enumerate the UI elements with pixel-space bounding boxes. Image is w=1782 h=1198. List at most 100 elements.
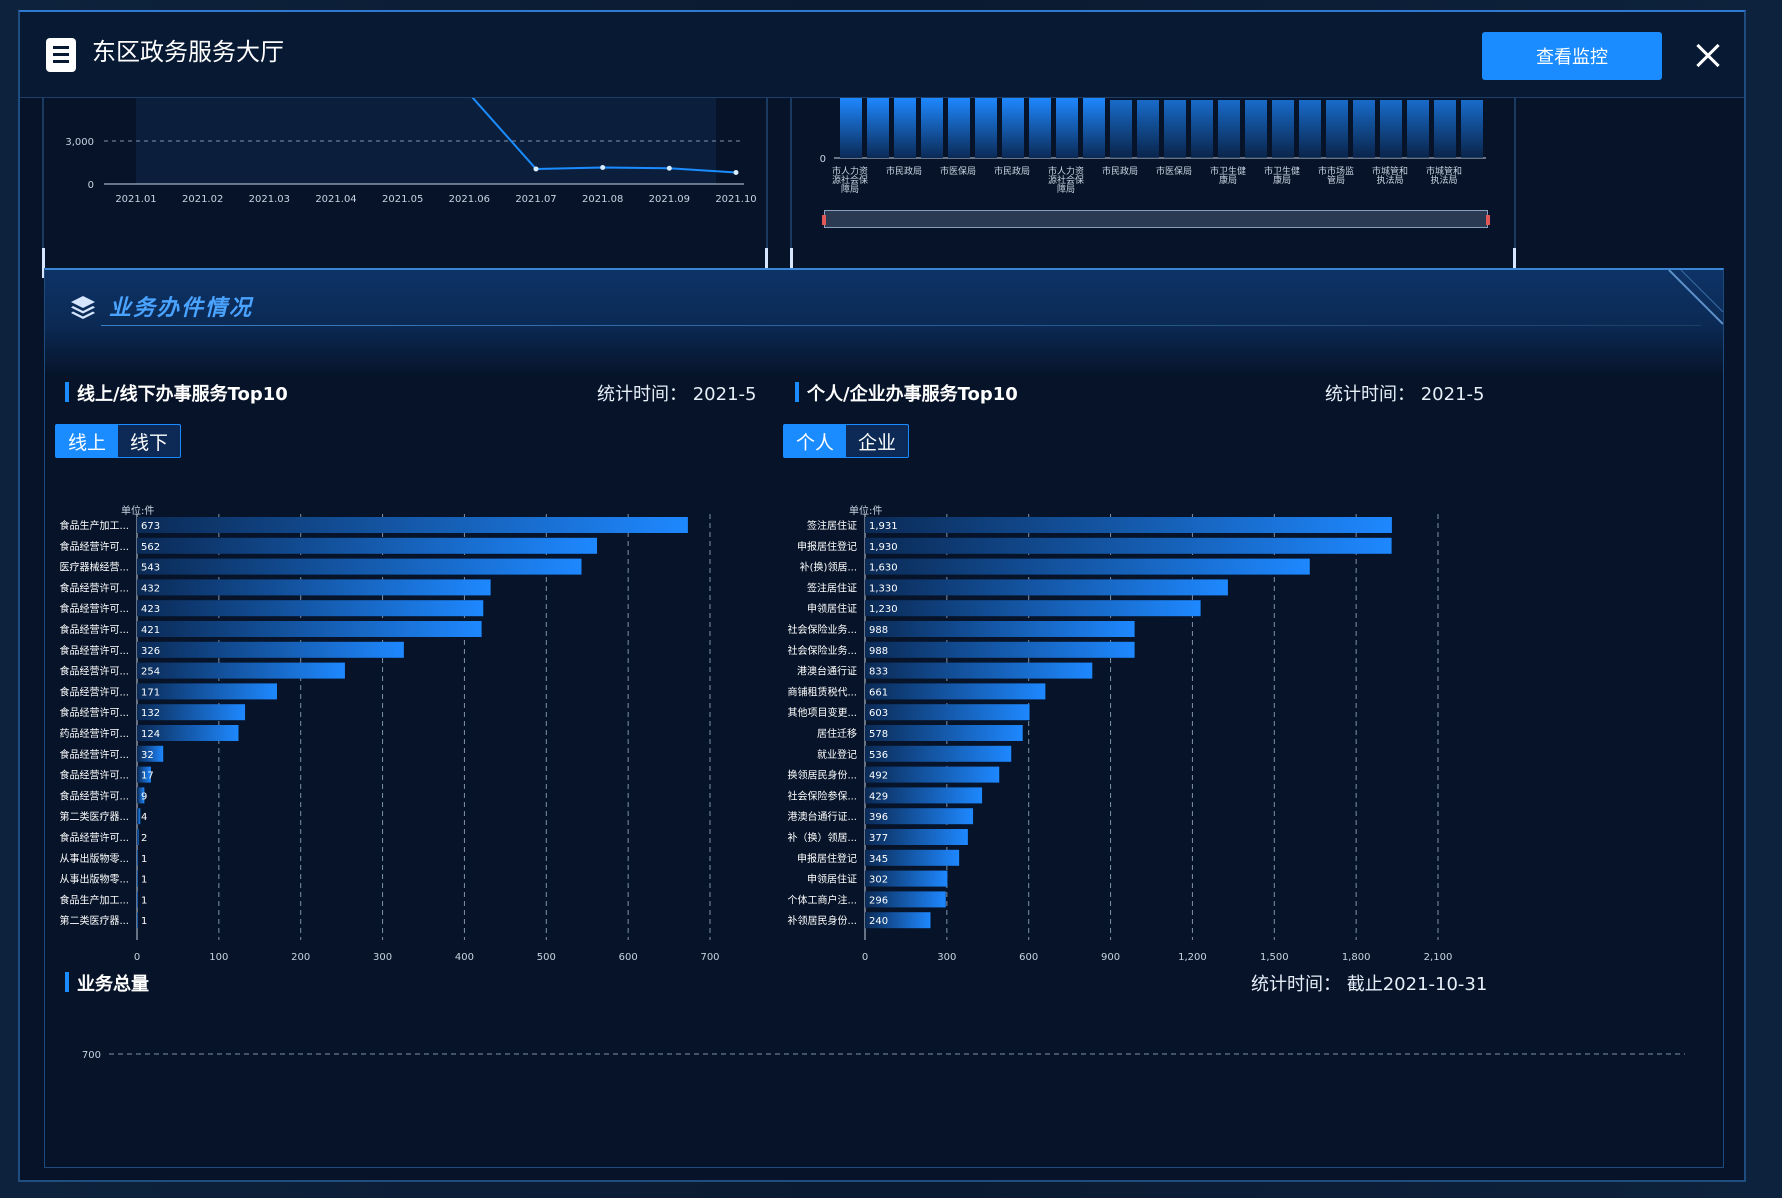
data-label: 673 xyxy=(141,521,160,532)
x-tick-label: 2021.05 xyxy=(382,194,423,205)
chart-zoom-slider[interactable] xyxy=(822,210,1490,228)
bar xyxy=(865,704,1030,721)
bar xyxy=(1461,100,1483,158)
total-business-title: 业务总量 xyxy=(65,970,149,996)
bar xyxy=(137,891,138,908)
bar-chart-panel: 0 市人力资 源社会保 障局 市民政局 市医保局 市民政局 市人力资 源社会保 障局 市民政局 市医保… xyxy=(790,98,1516,278)
bar xyxy=(867,98,889,158)
bar xyxy=(865,725,1023,741)
left-stat-time: 统计时间： 2021-5 xyxy=(597,384,757,405)
x-tick-label: 600 xyxy=(619,952,638,963)
data-label: 988 xyxy=(869,646,888,657)
x-tick-label: 300 xyxy=(373,952,392,963)
unit-label: 单位:件 xyxy=(121,504,154,517)
y-tick-label: 补（换）领居... xyxy=(787,831,857,844)
y-tick-label: 0 xyxy=(820,154,826,165)
x-tick-label: 2021.01 xyxy=(115,194,156,205)
toggle-online[interactable]: 线上 xyxy=(56,425,119,457)
total-stat-time: 统计时间： 截止2021-10-31 xyxy=(1251,974,1488,995)
data-point xyxy=(733,170,739,176)
data-label: 132 xyxy=(141,708,160,719)
slider-handle-right[interactable] xyxy=(1486,215,1490,225)
x-tick-label: 2021.08 xyxy=(582,194,623,205)
data-label: 1 xyxy=(141,895,147,906)
y-tick-label: 0 xyxy=(88,180,94,191)
personal-enterprise-toggle: 个人 企业 xyxy=(783,424,910,458)
y-tick-label: 食品经营许可... xyxy=(59,540,129,553)
data-point xyxy=(533,166,539,172)
data-label: 17 xyxy=(141,771,154,782)
toggle-personal[interactable]: 个人 xyxy=(784,425,847,457)
x-tick-label: 200 xyxy=(291,952,310,963)
modal-title: 东区政务服务大厅 xyxy=(92,38,284,66)
bar xyxy=(1137,100,1159,158)
bar xyxy=(137,870,138,887)
y-tick-label: 港澳台通行证... xyxy=(787,810,857,823)
bar xyxy=(137,621,482,637)
toggle-enterprise[interactable]: 企业 xyxy=(846,425,908,457)
corner-decoration xyxy=(1668,270,1723,325)
data-label: 1,630 xyxy=(869,563,898,574)
x-tick-label: 康局 xyxy=(1273,174,1291,186)
data-label: 171 xyxy=(141,687,160,698)
line-chart-panel: 3,000 0 2021.01 2021.02 2021.03 2021.04 2021.0… xyxy=(42,98,768,278)
personal-enterprise-title: 个人/企业办事服务Top10 xyxy=(795,380,1018,406)
y-tick-label: 社会保险参保... xyxy=(787,789,857,802)
layers-icon xyxy=(71,296,95,319)
bar xyxy=(1434,100,1456,158)
x-tick-label: 执法局 xyxy=(1430,174,1457,186)
y-tick-label: 就业登记 xyxy=(817,748,857,761)
title-underline xyxy=(101,325,1701,326)
x-tick-label: 市医保局 xyxy=(940,165,976,177)
y-tick-label: 食品经营许可... xyxy=(59,748,129,761)
bar xyxy=(1245,100,1267,158)
x-tick-label: 障局 xyxy=(841,183,859,195)
x-tick-label: 2021.10 xyxy=(715,194,756,205)
x-tick-label: 400 xyxy=(455,952,474,963)
data-label: 429 xyxy=(869,791,888,802)
y-tick-label: 换领居民身份... xyxy=(787,769,857,782)
data-label: 1,930 xyxy=(869,542,898,553)
data-label: 833 xyxy=(869,667,888,678)
y-tick-label: 补领居民身份... xyxy=(787,914,857,927)
bar xyxy=(865,579,1228,596)
data-label: 1 xyxy=(141,854,147,865)
slider-handle-left[interactable] xyxy=(822,215,826,225)
x-tick-label: 市民政局 xyxy=(886,165,922,177)
data-label: 1 xyxy=(141,916,147,927)
line-chart: 3,000 0 2021.01 2021.02 2021.03 2021.04 2021.0… xyxy=(65,98,757,205)
data-label: 1,230 xyxy=(869,604,898,615)
y-tick-label: 食品经营许可... xyxy=(59,706,129,719)
x-tick-label: 管局 xyxy=(1327,174,1345,186)
online-offline-toggle: 线上 线下 xyxy=(55,424,182,458)
x-tick-label: 0 xyxy=(862,952,868,963)
x-tick-label: 市医保局 xyxy=(1156,165,1192,177)
bar xyxy=(137,849,138,866)
bar xyxy=(1299,100,1321,158)
close-icon[interactable] xyxy=(1690,38,1726,74)
bar xyxy=(137,517,688,533)
total-business-chart: 700 xyxy=(82,1050,1685,1061)
data-label: 2 xyxy=(141,833,147,844)
y-tick-label: 食品经营许可... xyxy=(59,623,129,636)
bar xyxy=(894,98,916,158)
y-tick-label: 其他项目变更... xyxy=(787,706,857,719)
y-tick-label: 食品经营许可... xyxy=(59,581,129,594)
view-monitor-button[interactable]: 查看监控 xyxy=(1482,32,1662,80)
toggle-offline[interactable]: 线下 xyxy=(118,425,180,457)
x-tick-label: 障局 xyxy=(1057,183,1075,195)
section-title: 业务办件情况 xyxy=(109,296,254,321)
unit-label: 单位:件 xyxy=(849,504,882,517)
modal-body: 3,000 0 2021.01 2021.02 2021.03 2021.04 2021.0… xyxy=(20,98,1744,1180)
modal-header: 东区政务服务大厅 查看监控 xyxy=(20,12,1744,98)
bar xyxy=(865,600,1201,617)
bar xyxy=(865,537,1392,554)
data-label: 124 xyxy=(141,729,160,740)
x-tick-label: 900 xyxy=(1101,952,1120,963)
x-tick-label: 2021.09 xyxy=(649,194,690,205)
data-label: 562 xyxy=(141,542,160,553)
y-tick-label: 社会保险业务... xyxy=(787,623,857,636)
y-tick-label: 食品生产加工... xyxy=(59,893,129,906)
data-point xyxy=(666,165,672,171)
x-tick-label: 市民政局 xyxy=(1102,165,1138,177)
